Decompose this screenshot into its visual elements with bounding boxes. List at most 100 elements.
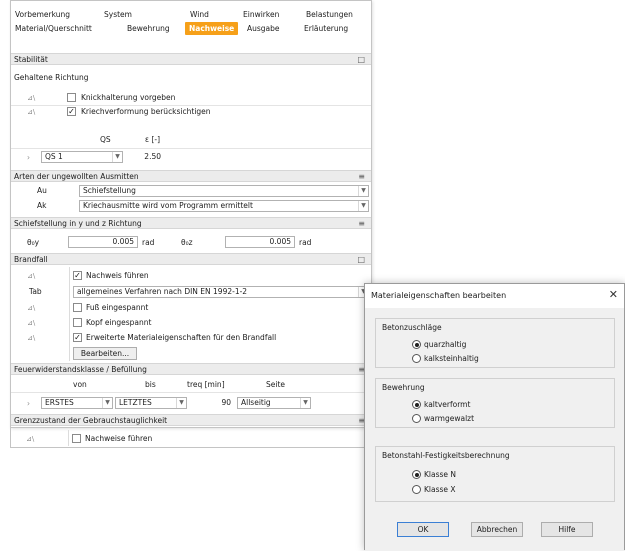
seite-select[interactable]: Allseitig ▼ <box>237 397 311 409</box>
radio-klasse-x[interactable] <box>412 485 421 494</box>
radio-kaltverformt[interactable] <box>412 400 421 409</box>
qs-select-value: QS 1 <box>45 152 63 161</box>
cancel-button[interactable]: Abbrechen <box>471 522 523 537</box>
section-header-brandfall[interactable]: Brandfall □ <box>11 253 371 265</box>
bearbeiten-button[interactable]: Bearbeiten... <box>73 347 137 360</box>
row-label-ak: Ak <box>37 201 47 210</box>
section-title: Grenzzustand der Gebrauchstauglichkeit <box>14 416 168 425</box>
kriechverformung-label: Kriechverformung berücksichtigen <box>81 107 211 116</box>
erweiterte-material-checkbox[interactable]: ✓ <box>73 333 82 342</box>
tab-einwirken[interactable]: Einwirken <box>243 8 279 21</box>
member-icon: ⊿\ <box>27 272 36 280</box>
help-button[interactable]: Hilfe <box>541 522 593 537</box>
tab-material-querschnitt[interactable]: Material/Querschnitt <box>15 22 92 35</box>
section-header-feuerwiderstand[interactable]: Feuerwiderstandsklasse / Befüllung ≡ <box>11 363 371 375</box>
tab-ausgabe[interactable]: Ausgabe <box>247 22 280 35</box>
ok-button[interactable]: OK <box>397 522 449 537</box>
material-dialog: Materialeigenschaften bearbeiten ✕ Beton… <box>364 283 625 551</box>
chevron-down-icon: ▼ <box>358 186 368 196</box>
verfahren-select-value: allgemeines Verfahren nach DIN EN 1992-1… <box>77 287 248 296</box>
tab-wind[interactable]: Wind <box>190 8 209 21</box>
tab-vorbemerkung[interactable]: Vorbemerkung <box>15 8 70 21</box>
radio-label: quarzhaltig <box>424 340 467 349</box>
column-header-treq: treq [min] <box>187 380 225 389</box>
theta-z-label: θ₀z <box>181 238 193 247</box>
group-title: Betonstahl-Festigkeitsberechnung <box>382 451 510 460</box>
group-festigkeit: Betonstahl-Festigkeitsberechnung Klasse … <box>375 446 615 502</box>
row-marker: › <box>27 399 30 408</box>
chevron-down-icon: ▼ <box>176 398 186 408</box>
radio-klasse-n[interactable] <box>412 470 421 479</box>
radio-kalksteinhaltig[interactable] <box>412 354 421 363</box>
tab-system[interactable]: System <box>104 8 132 21</box>
collapse-icon[interactable]: □ <box>357 255 365 265</box>
kopf-eingespannt-label: Kopf eingespannt <box>86 318 152 327</box>
group-title: Betonzuschläge <box>382 323 442 332</box>
theta-z-unit: rad <box>299 238 312 247</box>
bis-select[interactable]: LETZTES ▼ <box>115 397 187 409</box>
column-header-von: von <box>73 380 87 389</box>
section-title: Feuerwiderstandsklasse / Befüllung <box>14 365 147 374</box>
section-header-ausmitten[interactable]: Arten der ungewollten Ausmitten ≡ <box>11 170 371 182</box>
treq-field[interactable]: 90 <box>191 397 235 409</box>
section-title: Stabilität <box>14 55 48 64</box>
verfahren-select[interactable]: allgemeines Verfahren nach DIN EN 1992-1… <box>73 286 369 298</box>
tab-belastungen[interactable]: Belastungen <box>306 8 353 21</box>
theta-y-input[interactable]: 0.005 <box>68 236 138 248</box>
au-select[interactable]: Schiefstellung ▼ <box>79 185 369 197</box>
collapse-icon[interactable]: □ <box>357 55 365 65</box>
von-select[interactable]: ERSTES ▼ <box>41 397 113 409</box>
dialog-title: Materialeigenschaften bearbeiten <box>371 291 507 300</box>
radio-warmgewalzt[interactable] <box>412 414 421 423</box>
main-panel: Vorbemerkung System Wind Einwirken Belas… <box>10 0 372 428</box>
group-betonzuschlaege: Betonzuschläge quarzhaltig kalksteinhalt… <box>375 318 615 368</box>
epsilon-field[interactable]: 2.50 <box>127 151 165 163</box>
fuss-eingespannt-checkbox[interactable] <box>73 303 82 312</box>
theta-z-input[interactable]: 0.005 <box>225 236 295 248</box>
group-title: Bewehrung <box>382 383 425 392</box>
tab-nachweise[interactable]: Nachweise <box>185 22 239 35</box>
theta-z-value: 0.005 <box>269 237 291 246</box>
treq-value: 90 <box>221 398 231 407</box>
tab-erlaeuterung[interactable]: Erläuterung <box>304 22 348 35</box>
tab-bar-top: Vorbemerkung System Wind Einwirken Belas… <box>11 8 371 22</box>
section-title: Arten der ungewollten Ausmitten <box>14 172 139 181</box>
radio-label: warmgewalzt <box>424 414 475 423</box>
column-header-epsilon: ε [-] <box>145 135 160 144</box>
brand-nachweis-checkbox[interactable]: ✓ <box>73 271 82 280</box>
section-header-schiefstellung[interactable]: Schiefstellung in y und z Richtung ≡ <box>11 217 371 229</box>
seite-select-value: Allseitig <box>241 398 271 407</box>
column-header-qs: QS <box>100 135 111 144</box>
member-icon: ⊿\ <box>27 334 36 342</box>
subtitle-gehaltene-richtung: Gehaltene Richtung <box>14 73 89 82</box>
theta-y-label: θ₀y <box>27 238 40 247</box>
tab-bewehrung[interactable]: Bewehrung <box>127 22 170 35</box>
knickhalterung-checkbox[interactable] <box>67 93 76 102</box>
ak-select[interactable]: Kriechausmitte wird vom Programm ermitte… <box>79 200 369 212</box>
radio-label: kaltverformt <box>424 400 471 409</box>
chevron-down-icon: ▼ <box>112 152 122 162</box>
knickhalterung-label: Knickhalterung vorgeben <box>81 93 176 102</box>
section-title: Brandfall <box>14 255 48 264</box>
qs-select[interactable]: QS 1 ▼ <box>41 151 123 163</box>
close-icon[interactable]: ✕ <box>609 288 618 302</box>
section-header-gebrauchstauglichkeit[interactable]: Grenzzustand der Gebrauchstauglichkeit ≡ <box>11 414 371 426</box>
au-select-value: Schiefstellung <box>83 186 136 195</box>
erweiterte-material-label: Erweiterte Materialeigenschaften für den… <box>86 333 277 342</box>
row-marker: › <box>27 153 30 162</box>
column-header-seite: Seite <box>266 380 286 389</box>
dialog-body: Betonzuschläge quarzhaltig kalksteinhalt… <box>365 308 624 551</box>
kriechverformung-checkbox[interactable]: ✓ <box>67 107 76 116</box>
kopf-eingespannt-checkbox[interactable] <box>73 318 82 327</box>
tab-bar-bottom: Material/Querschnitt Bewehrung Nachweise… <box>11 22 371 36</box>
group-bewehrung: Bewehrung kaltverformt warmgewalzt <box>375 378 615 428</box>
radio-quarzhaltig[interactable] <box>412 340 421 349</box>
theta-y-unit: rad <box>142 238 155 247</box>
member-icon: ⊿\ <box>27 319 36 327</box>
theta-y-value: 0.005 <box>112 237 134 246</box>
collapse-icon[interactable]: ≡ <box>358 172 365 182</box>
member-icon: ⊿\ <box>27 304 36 312</box>
panel-bottom-edge <box>10 428 372 448</box>
section-header-stabilitaet[interactable]: Stabilität □ <box>11 53 371 65</box>
collapse-icon[interactable]: ≡ <box>358 219 365 229</box>
